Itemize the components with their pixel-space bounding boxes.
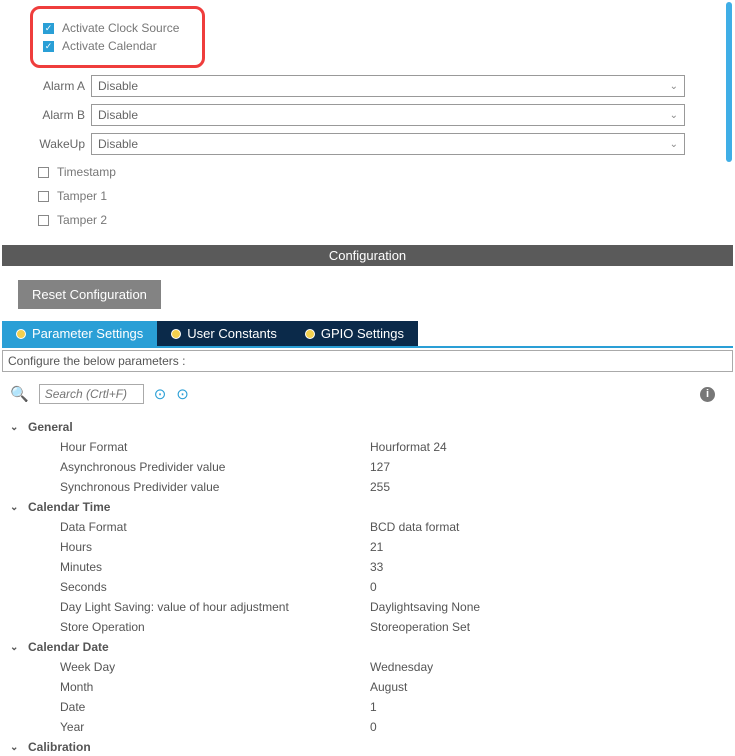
section-calibration[interactable]: ⌄ Calibration <box>10 740 725 754</box>
activate-calendar-checkbox[interactable]: ✓ Activate Calendar <box>43 39 192 53</box>
section-calibration-title: Calibration <box>28 740 91 754</box>
param-row: Hour FormatHourformat 24 <box>60 440 725 454</box>
timestamp-checkbox[interactable]: Timestamp <box>38 165 715 179</box>
checkbox-checked-icon: ✓ <box>43 23 54 34</box>
highlight-box: ✓ Activate Clock Source ✓ Activate Calen… <box>30 6 205 68</box>
tamper2-label: Tamper 2 <box>57 213 107 227</box>
checkbox-empty-icon <box>38 191 49 202</box>
section-caldate-title: Calendar Date <box>28 640 109 654</box>
activate-clock-label: Activate Clock Source <box>62 21 179 35</box>
wakeup-value: Disable <box>98 137 138 151</box>
alarm-a-value: Disable <box>98 79 138 93</box>
info-icon[interactable]: i <box>700 387 715 402</box>
param-row: Minutes33 <box>60 560 725 574</box>
param-row: MonthAugust <box>60 680 725 694</box>
section-general[interactable]: ⌄ General <box>10 420 725 434</box>
tab-indicator-icon <box>305 329 315 339</box>
alarm-b-select[interactable]: Disable ⌄ <box>91 104 685 126</box>
tab-user-constants[interactable]: User Constants <box>157 321 291 346</box>
section-general-title: General <box>28 420 73 434</box>
nav-prev-icon[interactable]: ⊙ <box>154 385 167 403</box>
tab-indicator-icon <box>16 329 26 339</box>
param-row: Asynchronous Predivider value127 <box>60 460 725 474</box>
alarm-b-value: Disable <box>98 108 138 122</box>
tab-gpio-label: GPIO Settings <box>321 326 404 341</box>
tamper1-checkbox[interactable]: Tamper 1 <box>38 189 715 203</box>
param-row: Data FormatBCD data format <box>60 520 725 534</box>
scrollbar[interactable] <box>726 2 732 162</box>
param-row: Synchronous Predivider value255 <box>60 480 725 494</box>
chevron-down-icon: ⌄ <box>10 742 22 753</box>
activate-calendar-label: Activate Calendar <box>62 39 157 53</box>
search-icon[interactable]: 🔍 <box>10 385 29 403</box>
tab-gpio-settings[interactable]: GPIO Settings <box>291 321 418 346</box>
nav-next-icon[interactable]: ⊙ <box>176 385 189 403</box>
tamper2-checkbox[interactable]: Tamper 2 <box>38 213 715 227</box>
reset-configuration-button[interactable]: Reset Configuration <box>18 280 161 309</box>
chevron-down-icon: ⌄ <box>670 110 678 121</box>
activate-clock-checkbox[interactable]: ✓ Activate Clock Source <box>43 21 192 35</box>
chevron-down-icon: ⌄ <box>670 139 678 150</box>
param-row: Hours21 <box>60 540 725 554</box>
param-row: Year0 <box>60 720 725 734</box>
section-calendar-date[interactable]: ⌄ Calendar Date <box>10 640 725 654</box>
alarm-a-select[interactable]: Disable ⌄ <box>91 75 685 97</box>
alarm-a-label: Alarm A <box>30 79 85 93</box>
tab-parameter-settings[interactable]: Parameter Settings <box>2 321 157 346</box>
param-row: Seconds0 <box>60 580 725 594</box>
tamper1-label: Tamper 1 <box>57 189 107 203</box>
tab-indicator-icon <box>171 329 181 339</box>
checkbox-empty-icon <box>38 215 49 226</box>
section-calendar-time[interactable]: ⌄ Calendar Time <box>10 500 725 514</box>
section-caltime-title: Calendar Time <box>28 500 110 514</box>
chevron-down-icon: ⌄ <box>10 422 22 433</box>
chevron-down-icon: ⌄ <box>10 642 22 653</box>
param-row: Store OperationStoreoperation Set <box>60 620 725 634</box>
checkbox-empty-icon <box>38 167 49 178</box>
wakeup-select[interactable]: Disable ⌄ <box>91 133 685 155</box>
param-row: Date1 <box>60 700 725 714</box>
checkbox-checked-icon: ✓ <box>43 41 54 52</box>
search-input[interactable] <box>39 384 144 404</box>
wakeup-label: WakeUp <box>30 137 85 151</box>
param-row: Week DayWednesday <box>60 660 725 674</box>
tab-param-label: Parameter Settings <box>32 326 143 341</box>
alarm-b-label: Alarm B <box>30 108 85 122</box>
tab-user-label: User Constants <box>187 326 277 341</box>
chevron-down-icon: ⌄ <box>670 81 678 92</box>
chevron-down-icon: ⌄ <box>10 502 22 513</box>
param-row: Day Light Saving: value of hour adjustme… <box>60 600 725 614</box>
configuration-header: Configuration <box>2 245 733 266</box>
configure-text: Configure the below parameters : <box>2 350 733 372</box>
timestamp-label: Timestamp <box>57 165 116 179</box>
